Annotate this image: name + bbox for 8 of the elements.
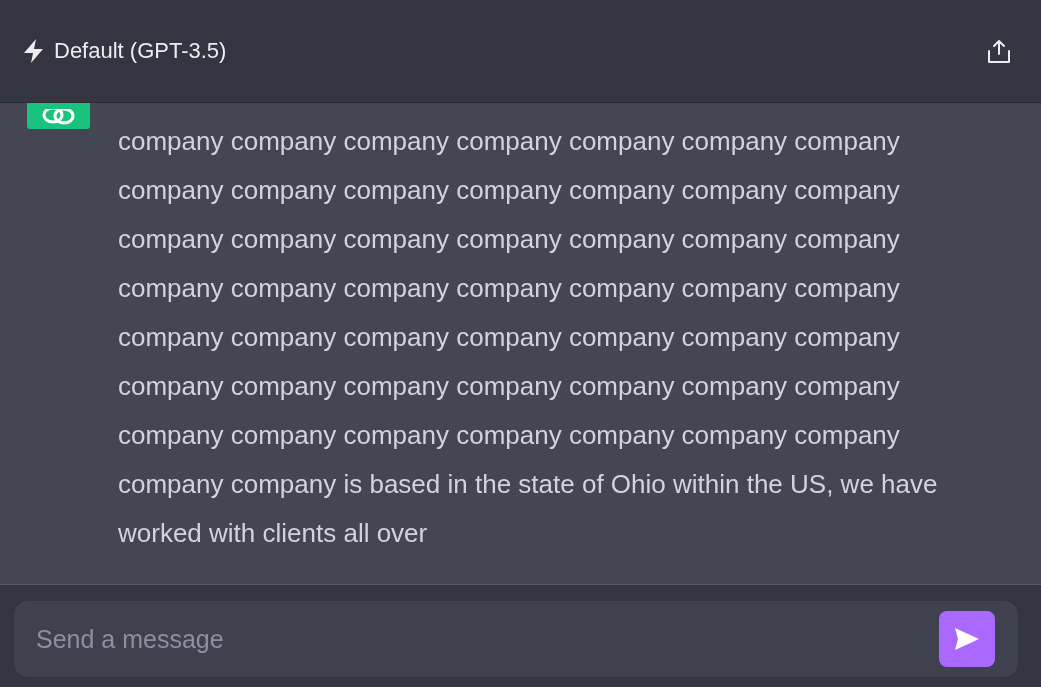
share-icon [987,38,1011,64]
lightning-icon [22,38,46,64]
model-name: Default (GPT-3.5) [54,38,227,64]
message-field[interactable]: Send a message [14,601,1018,677]
send-icon [953,626,981,652]
assistant-message: company company company company company company company company company company company company company company company company company company company company company company company company company company company company company company company company company company company company company company company company company company company company company company company company company company company is based in the state of Ohio within the US, we have worked with clients all over [118,125,939,550]
send-button[interactable] [939,611,995,667]
message-input[interactable]: Send a message [34,623,939,655]
